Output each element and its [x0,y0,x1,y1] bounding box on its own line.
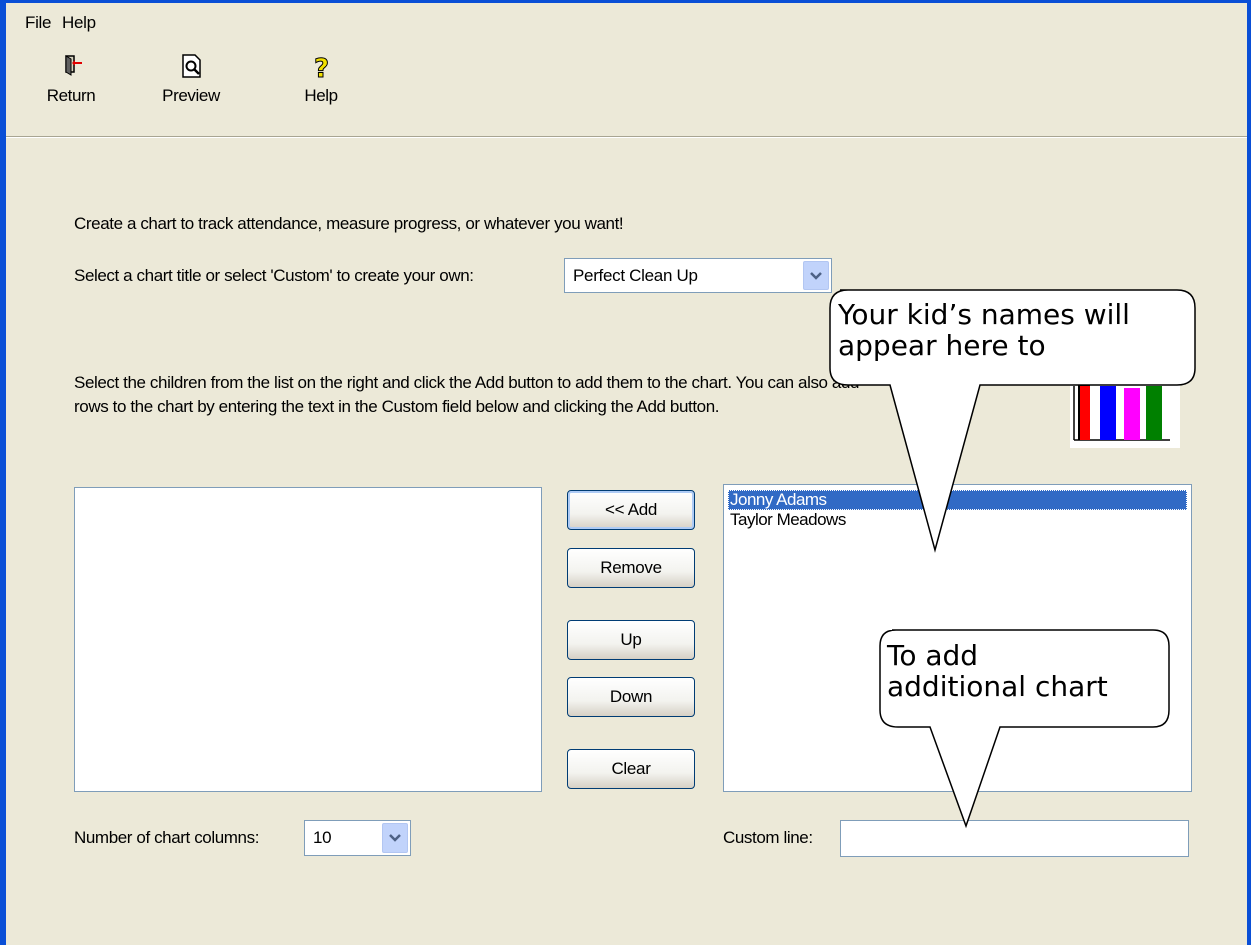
question-mark-icon: ? [276,50,366,86]
menu-bar: File Help [6,3,1247,35]
custom-callout-line-1: To add [887,639,979,672]
instructions-line-1: Select the children from the list on the… [74,373,860,392]
chevron-down-icon[interactable] [803,261,829,290]
chart-title-select[interactable]: Perfect Clean Up [564,258,832,293]
columns-select[interactable]: 10 [304,820,411,856]
add-button[interactable]: << Add [567,490,695,530]
print-preview-icon [146,50,236,86]
exit-door-icon [26,50,116,86]
toolbar: Return Preview ? Help [6,40,1247,137]
return-label: Return [46,86,96,105]
window-frame-left [0,0,6,945]
clear-button[interactable]: Clear [567,749,695,789]
remove-button[interactable]: Remove [567,548,695,588]
intro-text: Create a chart to track attendance, meas… [74,214,624,233]
names-callout-line-2: appear here to [838,329,1046,362]
svg-text:?: ? [314,54,329,84]
toolbar-separator [6,137,1247,138]
chevron-down-icon[interactable] [382,823,408,853]
chart-rows-listbox[interactable] [74,487,542,792]
help-button[interactable]: ? Help [276,50,366,106]
preview-label: Preview [162,86,220,105]
menu-help[interactable]: Help [62,13,96,33]
return-button[interactable]: Return [26,50,116,106]
names-callout-line-1: Your kid’s names will [838,298,1130,331]
window-frame-right [1247,0,1251,945]
custom-callout-line-2: additional chart [887,670,1108,703]
columns-value: 10 [313,828,332,847]
menu-file[interactable]: File [25,13,52,33]
instructions-line-2: rows to the chart by entering the text i… [74,397,720,416]
custom-line-label: Custom line: [723,828,813,847]
chart-title-value: Perfect Clean Up [573,266,698,285]
up-button[interactable]: Up [567,620,695,660]
title-prompt-label: Select a chart title or select 'Custom' … [74,266,474,285]
down-button[interactable]: Down [567,677,695,717]
preview-button[interactable]: Preview [146,50,236,106]
columns-label: Number of chart columns: [74,828,260,847]
help-label: Help [304,86,338,105]
